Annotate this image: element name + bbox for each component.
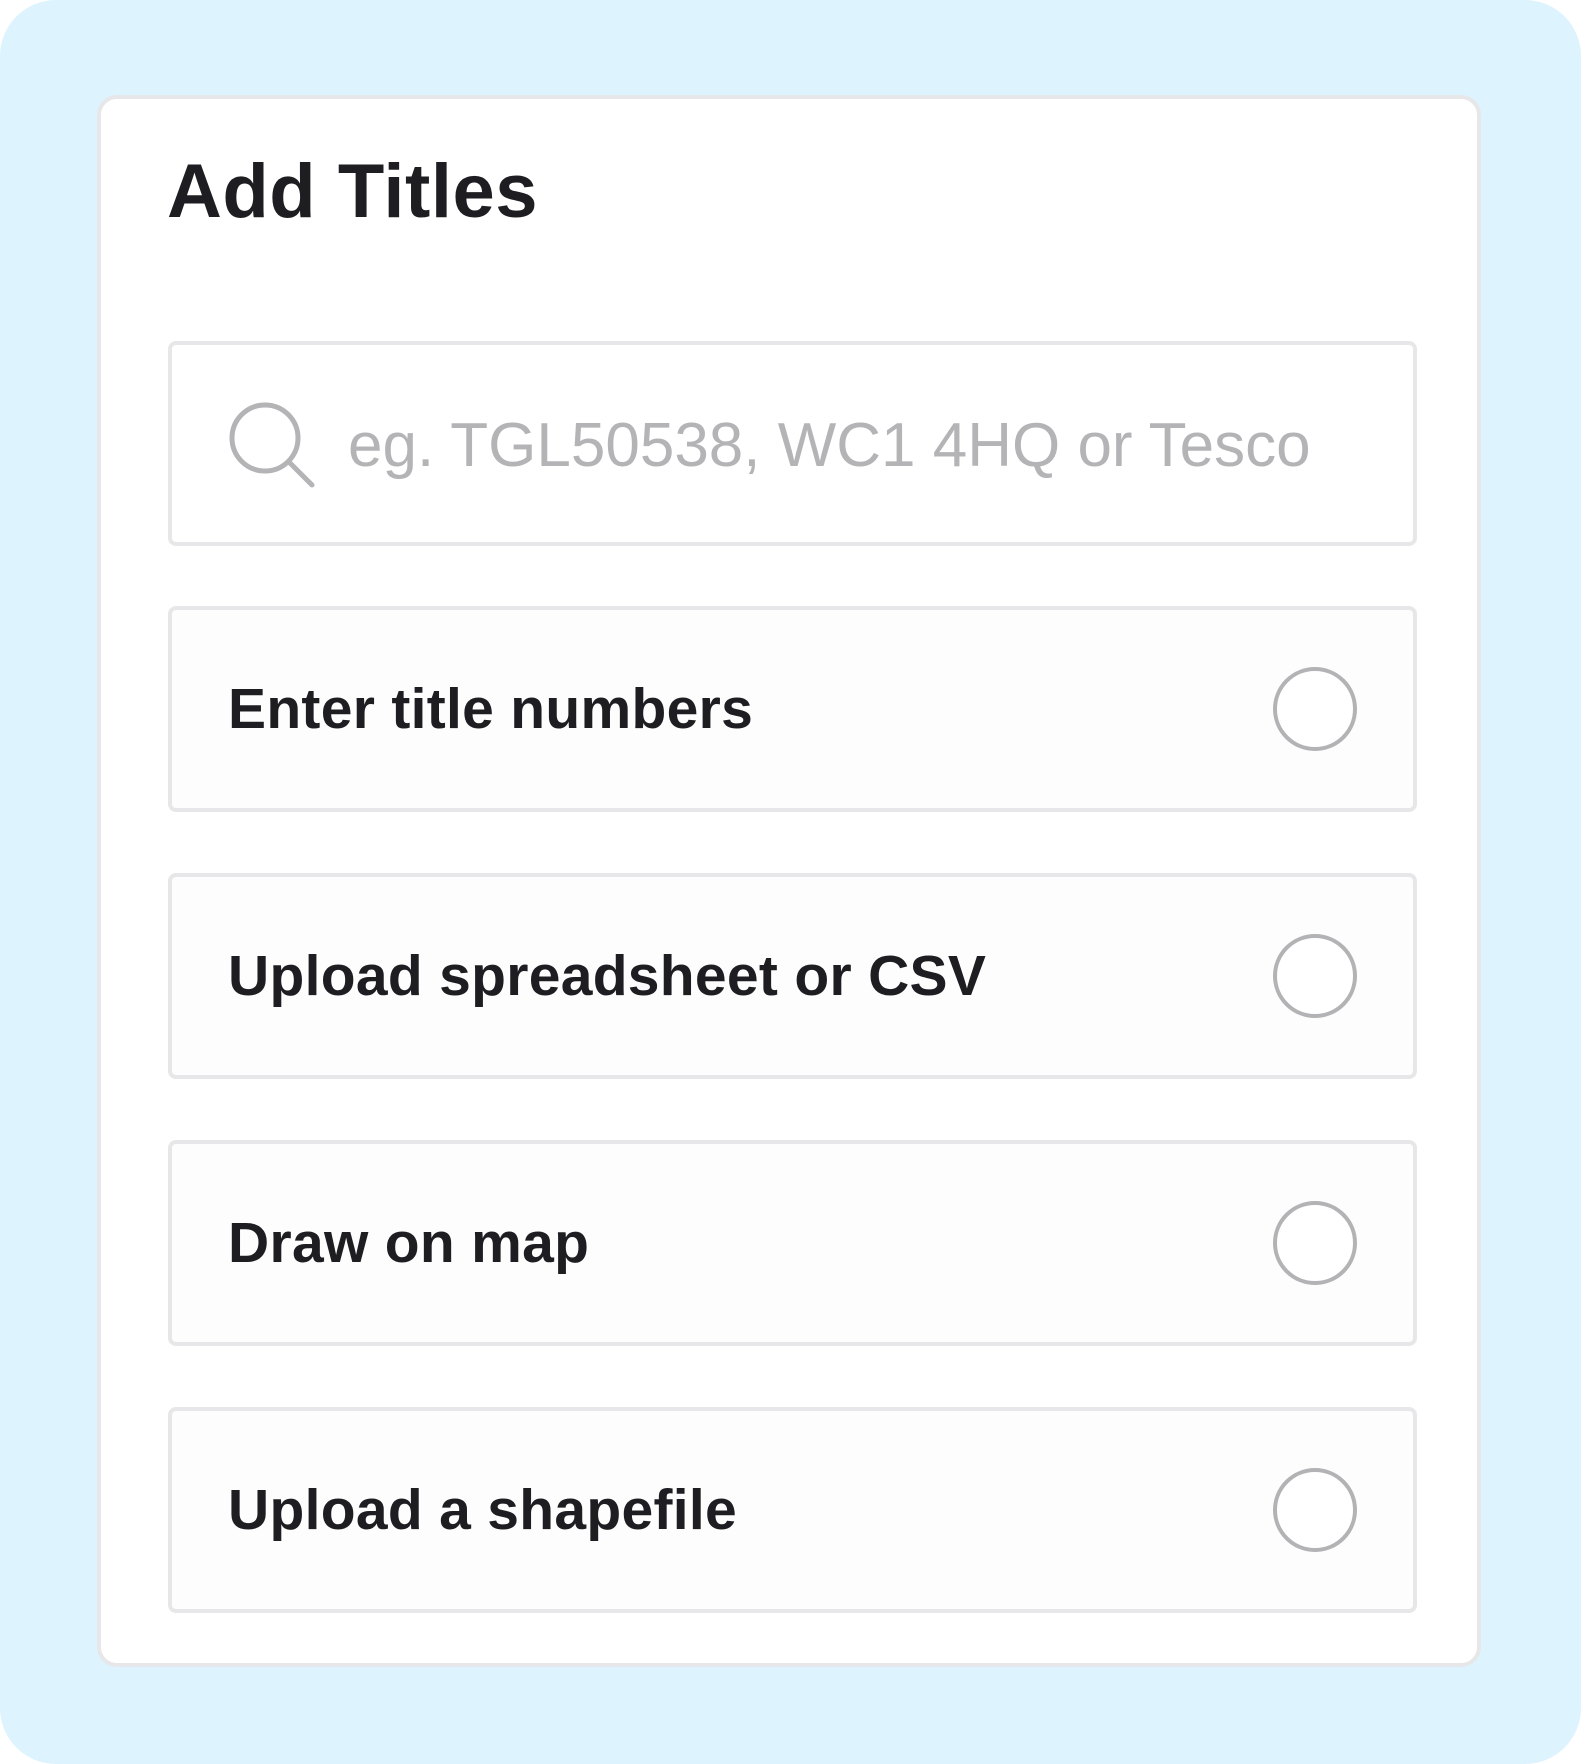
option-enter-title-numbers[interactable]: Enter title numbers bbox=[168, 606, 1417, 812]
option-label: Enter title numbers bbox=[228, 677, 754, 741]
panel-title: Add Titles bbox=[167, 149, 538, 234]
option-radio[interactable] bbox=[1273, 1468, 1357, 1552]
search-icon bbox=[229, 402, 315, 488]
option-radio[interactable] bbox=[1273, 1201, 1357, 1285]
option-draw-on-map[interactable]: Draw on map bbox=[168, 1140, 1417, 1346]
option-radio[interactable] bbox=[1273, 667, 1357, 751]
search-box[interactable] bbox=[168, 341, 1417, 546]
option-radio[interactable] bbox=[1273, 934, 1357, 1018]
option-upload-spreadsheet[interactable]: Upload spreadsheet or CSV bbox=[168, 873, 1417, 1079]
app-background: Add Titles Enter title numbers Upload sp… bbox=[0, 0, 1581, 1764]
option-upload-shapefile[interactable]: Upload a shapefile bbox=[168, 1407, 1417, 1613]
search-input[interactable] bbox=[348, 385, 1388, 505]
option-label: Upload a shapefile bbox=[228, 1478, 738, 1542]
option-label: Upload spreadsheet or CSV bbox=[228, 944, 987, 1008]
add-titles-panel: Add Titles Enter title numbers Upload sp… bbox=[97, 95, 1481, 1667]
option-label: Draw on map bbox=[228, 1211, 590, 1275]
